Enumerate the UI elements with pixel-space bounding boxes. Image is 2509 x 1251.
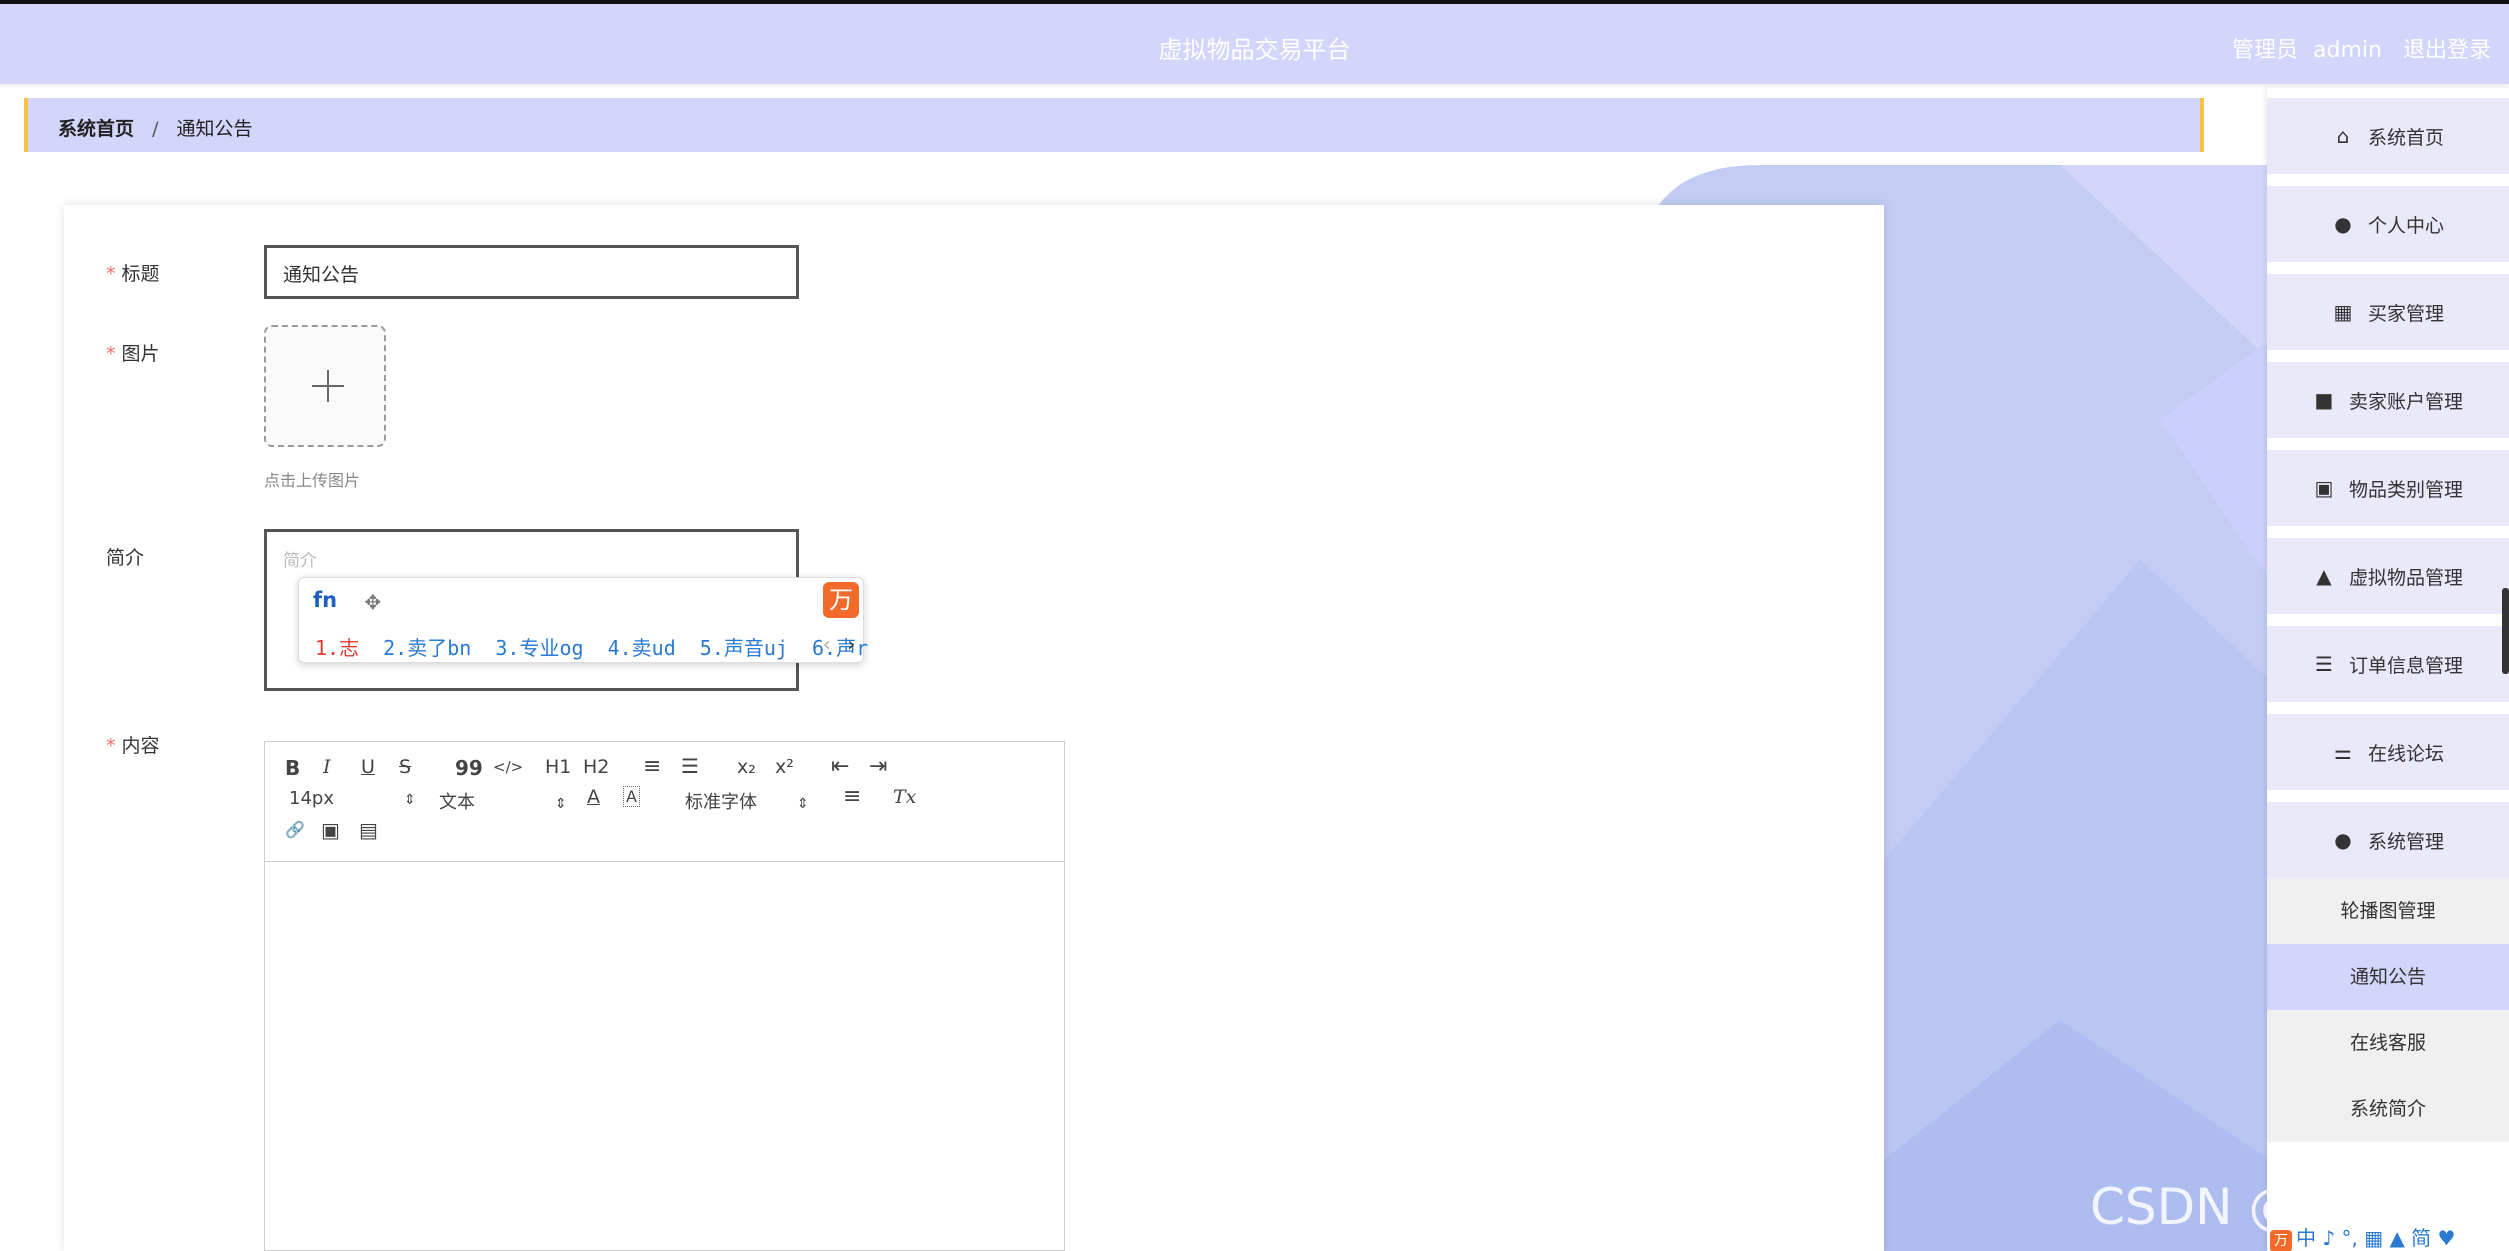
video-button[interactable]: ▤ <box>359 818 378 842</box>
breadcrumb-separator: / <box>152 118 159 140</box>
sidebar-item-profile[interactable]: ● 个人中心 <box>2267 186 2509 262</box>
ime-typed-text: fn <box>313 588 338 612</box>
background-color-button[interactable]: A <box>623 786 640 807</box>
editor-toolbar: B I U S 99 </> H1 H2 ≡ ☰ x₂ x² ⇤ ⇥ 14px ⇕… <box>265 742 1064 862</box>
subscript-button[interactable]: x₂ <box>737 756 756 778</box>
move-icon[interactable]: ✥ <box>365 586 381 616</box>
submenu-item-about[interactable]: 系统简介 <box>2267 1076 2509 1142</box>
strike-button[interactable]: S <box>399 756 411 778</box>
sidebar-item-sellers[interactable]: ■ 卖家账户管理 <box>2267 362 2509 438</box>
ime-candidate[interactable]: 5.声音uj <box>700 636 788 660</box>
balloon-icon: ● <box>2334 828 2352 852</box>
chevron-left-icon[interactable]: ‹ <box>821 632 833 656</box>
editor-content-area[interactable] <box>265 863 1064 1251</box>
intro-placeholder: 简介 <box>283 551 317 571</box>
chevron-right-icon[interactable]: › <box>845 632 857 656</box>
list-icon: ☰ <box>2315 652 2333 676</box>
grid-icon: ▦ <box>2333 300 2353 324</box>
title-label: * 标题 <box>106 263 160 285</box>
ordered-list-button[interactable]: ≡ <box>643 754 661 779</box>
header-select[interactable]: 文本 ⇕ <box>439 788 567 814</box>
bold-button[interactable]: B <box>285 756 300 780</box>
username: admin <box>2313 38 2382 63</box>
form-card: * 标题 通知公告 * 图片 点击上传图片 简介 简介 fn ✥ 万 1.志 2.卖… <box>64 205 1884 1251</box>
h1-button[interactable]: H1 <box>545 756 571 778</box>
sidebar-item-orders[interactable]: ☰ 订单信息管理 <box>2267 626 2509 702</box>
align-button[interactable]: ≡ <box>843 784 861 809</box>
app-title: 虚拟物品交易平台 <box>1158 36 1351 64</box>
size-select[interactable]: 14px ⇕ <box>289 788 416 809</box>
font-color-button[interactable]: A <box>587 786 600 808</box>
ime-candidate[interactable]: 3.专业og <box>495 636 583 660</box>
ime-candidate[interactable]: 1.志 <box>315 636 359 660</box>
breadcrumb-current: 通知公告 <box>176 118 253 140</box>
h2-button[interactable]: H2 <box>583 756 609 778</box>
submenu-item-carousel[interactable]: 轮播图管理 <box>2267 878 2509 944</box>
bullet-list-button[interactable]: ☰ <box>681 754 699 778</box>
clipboard-icon: ▣ <box>2314 476 2334 500</box>
ime-page-arrows: ‹ › <box>821 632 857 656</box>
ime-tray-status: 中 ♪ °, ▦ ▲ 简 ♥ <box>2296 1226 2456 1250</box>
sidebar-item-items[interactable]: ▲ 虚拟物品管理 <box>2267 538 2509 614</box>
ime-tray[interactable]: 万中 ♪ °, ▦ ▲ 简 ♥ <box>2270 1222 2455 1251</box>
logout-link[interactable]: 退出登录 <box>2403 38 2491 63</box>
upload-hint: 点击上传图片 <box>264 471 361 490</box>
briefcase-icon: ■ <box>2314 388 2334 412</box>
image-label: * 图片 <box>106 343 160 365</box>
rich-text-editor: B I U S 99 </> H1 H2 ≡ ☰ x₂ x² ⇤ ⇥ 14px ⇕… <box>264 741 1065 1251</box>
ime-candidate[interactable]: 2.卖了bn <box>383 636 471 660</box>
image-button[interactable]: ▣ <box>321 818 340 842</box>
content-label: * 内容 <box>106 735 160 757</box>
link-button[interactable]: 🔗 <box>285 820 305 839</box>
sidebar-menu: ⌂ 系统首页 ● 个人中心 ▦ 买家管理 ■ 卖家账户管理 ▣ 物品类别管理 ▲ 虚拟物品管… <box>2267 88 2509 1251</box>
font-family-select[interactable]: 标准字体 ⇕ <box>685 788 809 814</box>
breadcrumb-home[interactable]: 系统首页 <box>58 118 134 140</box>
sidebar-item-categories[interactable]: ▣ 物品类别管理 <box>2267 450 2509 526</box>
ime-candidate[interactable]: 4.卖ud <box>608 636 676 660</box>
sidebar-item-home[interactable]: ⌂ 系统首页 <box>2267 98 2509 174</box>
sidebar-item-buyers[interactable]: ▦ 买家管理 <box>2267 274 2509 350</box>
top-header: 虚拟物品交易平台 管理员 admin 退出登录 <box>0 0 2509 84</box>
sidebar-item-system[interactable]: ● 系统管理 <box>2267 802 2509 878</box>
clean-format-button[interactable]: Tx <box>893 786 916 808</box>
user-icon: ● <box>2334 212 2352 236</box>
system-submenu: 轮播图管理 通知公告 在线客服 系统简介 <box>2267 878 2509 1142</box>
indent-button[interactable]: ⇥ <box>869 754 887 779</box>
sliders-icon: ⚌ <box>2334 740 2352 764</box>
image-upload[interactable] <box>264 325 386 447</box>
user-role: 管理员 <box>2232 38 2299 63</box>
underline-button[interactable]: U <box>361 756 375 778</box>
ime-candidates: 1.志 2.卖了bn 3.专业og 4.卖ud 5.声音uj 6.声r <box>315 632 880 661</box>
person-icon: ▲ <box>2316 564 2332 588</box>
home-icon: ⌂ <box>2336 124 2350 148</box>
sidebar-item-forum[interactable]: ⚌ 在线论坛 <box>2267 714 2509 790</box>
code-button[interactable]: </> <box>493 758 523 776</box>
user-area: 管理员 admin 退出登录 <box>2218 32 2491 64</box>
ime-candidate-window: fn ✥ 万 1.志 2.卖了bn 3.专业og 4.卖ud 5.声音uj 6.… <box>298 577 868 663</box>
superscript-button[interactable]: x² <box>775 756 794 778</box>
italic-button[interactable]: I <box>323 756 331 778</box>
submenu-item-service[interactable]: 在线客服 <box>2267 1010 2509 1076</box>
ime-logo-icon[interactable]: 万 <box>823 582 859 618</box>
title-input[interactable]: 通知公告 <box>264 245 799 299</box>
intro-label: 简介 <box>106 547 145 569</box>
breadcrumb: 系统首页 / 通知公告 <box>24 98 2204 152</box>
submenu-item-notice[interactable]: 通知公告 <box>2267 944 2509 1010</box>
outdent-button[interactable]: ⇤ <box>831 754 849 779</box>
ime-tray-logo-icon: 万 <box>2270 1230 2292 1251</box>
scrollbar-thumb[interactable] <box>2502 588 2509 674</box>
blockquote-button[interactable]: 99 <box>455 756 483 780</box>
